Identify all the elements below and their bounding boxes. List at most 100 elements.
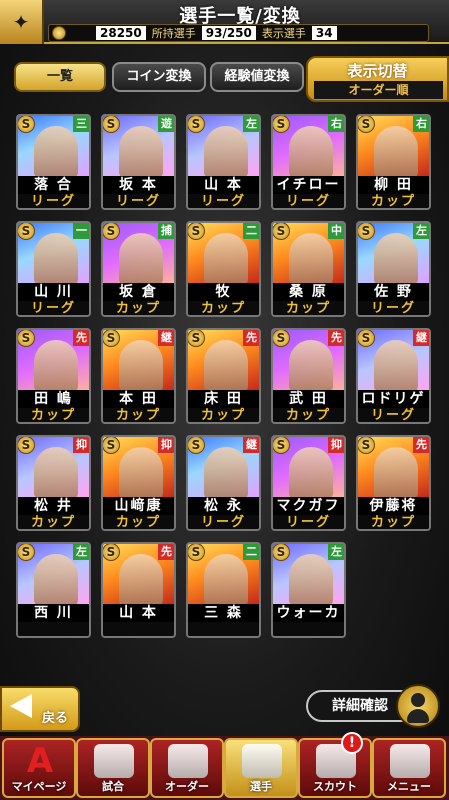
player-card[interactable]: S 左西 川 xyxy=(16,542,91,638)
rank-s-icon: S xyxy=(103,544,120,561)
position-badge: 左 xyxy=(243,116,259,132)
nav-scout-label: スカウト xyxy=(313,780,357,793)
player-card[interactable]: S 左ウォーカー xyxy=(271,542,346,638)
player-portrait xyxy=(289,233,333,285)
player-card[interactable]: S 先田 嶋カップ xyxy=(16,328,91,424)
player-name: 伊藤将 xyxy=(358,497,429,515)
display-label: 表示選手 xyxy=(261,27,306,40)
player-name: 山﨑康 xyxy=(103,497,174,515)
player-card[interactable]: S 右イチロー リーグ xyxy=(271,114,346,210)
player-portrait xyxy=(289,126,333,178)
position-badge: 三 xyxy=(73,116,89,132)
position-badge: 抑 xyxy=(158,437,174,453)
player-card[interactable]: S 右柳 田カップ xyxy=(356,114,431,210)
rank-s-icon: S xyxy=(103,330,120,347)
player-name: 松 井 xyxy=(18,497,89,515)
scout-notification-badge: ! xyxy=(341,732,363,754)
player-portrait xyxy=(374,233,418,285)
rank-s-icon: S xyxy=(358,223,375,240)
player-name: 牧 xyxy=(188,283,259,301)
card-type: リーグ xyxy=(103,194,174,208)
player-name: 桑 原 xyxy=(273,283,344,301)
card-type: カップ xyxy=(188,408,259,422)
player-portrait xyxy=(119,126,163,178)
position-badge: 左 xyxy=(328,544,344,560)
position-badge: 右 xyxy=(328,116,344,132)
position-badge: 先 xyxy=(73,330,89,346)
player-card[interactable]: S 一山 川リーグ xyxy=(16,221,91,317)
nav-order[interactable]: オーダー xyxy=(150,738,224,798)
player-card[interactable]: S 抑山﨑康 カップ xyxy=(101,435,176,531)
rank-s-icon: S xyxy=(358,437,375,454)
rank-s-icon: S xyxy=(273,330,290,347)
card-type: カップ xyxy=(18,515,89,529)
card-type: リーグ xyxy=(188,515,259,529)
nav-players[interactable]: 選手 xyxy=(224,738,298,798)
player-card[interactable]: S 先武 田カップ xyxy=(271,328,346,424)
player-name: 床 田 xyxy=(188,390,259,408)
player-name: マクガフ xyxy=(273,497,344,515)
card-type: リーグ xyxy=(18,301,89,315)
player-portrait xyxy=(119,233,163,285)
card-type: リーグ xyxy=(358,408,429,422)
position-badge: 抑 xyxy=(73,437,89,453)
card-type: カップ xyxy=(188,301,259,315)
position-badge: 左 xyxy=(73,544,89,560)
player-name: 山 本 xyxy=(188,176,259,194)
bottom-nav: A マイページ 試合 オーダー 選手 スカウト メニュー xyxy=(0,736,449,800)
back-button[interactable]: 戻る xyxy=(0,686,80,732)
position-badge: 右 xyxy=(413,116,429,132)
player-portrait xyxy=(119,554,163,606)
position-badge: 二 xyxy=(243,223,259,239)
player-card[interactable]: S 継ロドリゲスリーグ xyxy=(356,328,431,424)
player-name: 山 川 xyxy=(18,283,89,301)
card-type: カップ xyxy=(103,408,174,422)
player-card[interactable]: S 左山 本リーグ xyxy=(186,114,261,210)
player-card[interactable]: S 抑マクガフ リーグ xyxy=(271,435,346,531)
rank-s-icon: S xyxy=(188,330,205,347)
position-badge: 先 xyxy=(413,437,429,453)
nav-mypage[interactable]: A マイページ xyxy=(2,738,76,798)
player-card[interactable]: S 三落 合リーグ xyxy=(16,114,91,210)
player-card[interactable]: S 継松 永リーグ xyxy=(186,435,261,531)
nav-game[interactable]: 試合 xyxy=(76,738,150,798)
card-type: カップ xyxy=(18,408,89,422)
tab-list[interactable]: 一覧 xyxy=(14,62,106,92)
tab-coin-convert[interactable]: コイン変換 xyxy=(112,62,206,92)
player-portrait xyxy=(374,447,418,499)
player-icon xyxy=(242,744,282,778)
owned-count: 93/250 xyxy=(201,26,256,40)
player-card[interactable]: S 継本 田カップ xyxy=(101,328,176,424)
rank-s-icon: S xyxy=(188,544,205,561)
player-portrait xyxy=(204,447,248,499)
display-toggle-button[interactable]: 表示切替 オーダー順 xyxy=(306,56,449,102)
player-card[interactable]: S 中桑 原カップ xyxy=(271,221,346,317)
player-portrait xyxy=(289,340,333,392)
player-card[interactable]: S 先山 本 xyxy=(101,542,176,638)
tab-exp-convert[interactable]: 経験値変換 xyxy=(210,62,304,92)
player-card[interactable]: S 先伊藤将 カップ xyxy=(356,435,431,531)
player-card[interactable]: S 捕坂 倉カップ xyxy=(101,221,176,317)
player-name: 落 合 xyxy=(18,176,89,194)
display-toggle-value: オーダー順 xyxy=(314,81,443,99)
player-card[interactable]: S 抑松 井カップ xyxy=(16,435,91,531)
player-card[interactable]: S 遊坂 本リーグ xyxy=(101,114,176,210)
detail-player-icon[interactable] xyxy=(396,684,440,728)
position-badge: 継 xyxy=(158,330,174,346)
rank-s-icon: S xyxy=(103,437,120,454)
position-badge: 一 xyxy=(73,223,89,239)
player-card[interactable]: S 先床 田カップ xyxy=(186,328,261,424)
player-name: 佐 野 xyxy=(358,283,429,301)
player-card[interactable]: S 左佐 野リーグ xyxy=(356,221,431,317)
rank-s-icon: S xyxy=(273,223,290,240)
order-icon xyxy=(168,744,208,778)
player-card[interactable]: S 二牧カップ xyxy=(186,221,261,317)
rank-s-icon: S xyxy=(188,223,205,240)
rank-s-icon: S xyxy=(18,223,35,240)
rank-s-icon: S xyxy=(273,544,290,561)
rank-s-icon: S xyxy=(358,330,375,347)
player-name: イチロー xyxy=(273,176,344,194)
nav-menu[interactable]: メニュー xyxy=(372,738,446,798)
player-card[interactable]: S 二三 森 xyxy=(186,542,261,638)
player-portrait xyxy=(119,447,163,499)
